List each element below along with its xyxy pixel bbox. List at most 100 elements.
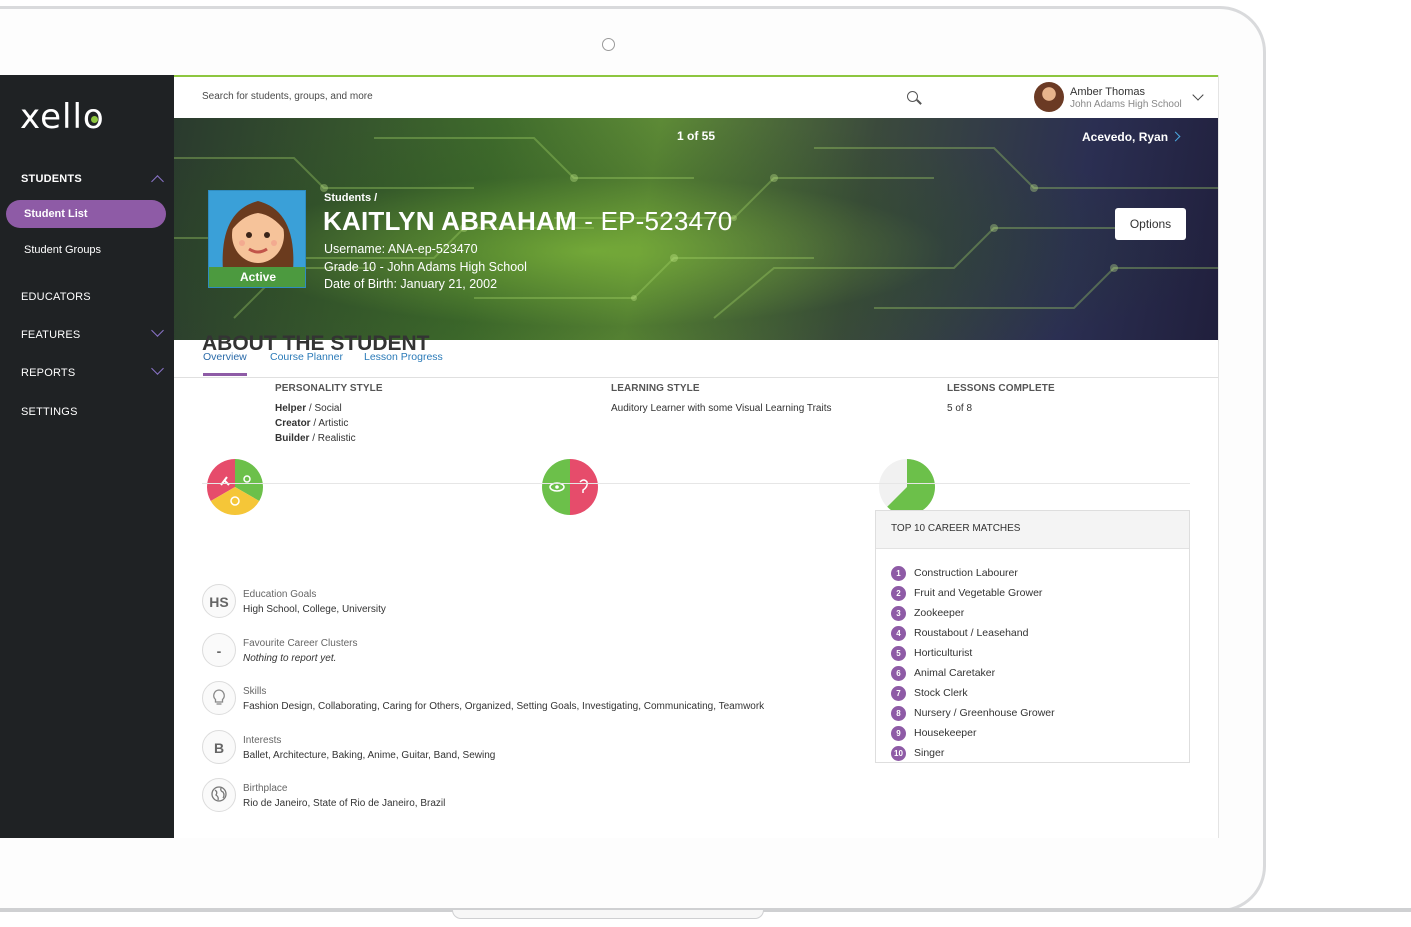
list-item[interactable]: 8 Nursery / Greenhouse Grower <box>891 703 1189 723</box>
sidebar-item-student-list[interactable]: Student List <box>6 200 166 228</box>
career-matches-title: TOP 10 CAREER MATCHES <box>876 511 1189 549</box>
career-name[interactable]: Zookeeper <box>914 607 964 619</box>
rank-badge: 2 <box>891 585 906 601</box>
list-item[interactable]: 2 Fruit and Vegetable Grower <box>891 583 1189 603</box>
detail-value: Ballet, Architecture, Baking, Anime, Gui… <box>243 750 496 761</box>
student-name: KAITLYN ABRAHAM <box>323 206 577 236</box>
personality-type: Helper <box>275 403 307 414</box>
laptop-base <box>0 908 1411 927</box>
career-name[interactable]: Horticulturist <box>914 647 972 659</box>
rank-badge: 7 <box>891 685 906 701</box>
avatar[interactable] <box>1034 82 1064 112</box>
personality-style-label: PERSONALITY STYLE <box>275 383 383 394</box>
student-grade: Grade 10 - John Adams High School <box>324 260 527 274</box>
personality-style: PERSONALITY STYLE Helper / Social Creato… <box>275 383 383 446</box>
rank-badge: 4 <box>891 625 906 641</box>
nav-reports[interactable]: REPORTS <box>21 367 75 379</box>
student-avatar: Active <box>208 190 306 288</box>
section-title: ABOUT THE STUDENT <box>202 332 430 356</box>
detail-label: Interests <box>243 735 282 746</box>
globe-icon <box>202 778 236 812</box>
detail-value: Fashion Design, Collaborating, Caring fo… <box>243 701 765 712</box>
rank-badge: 5 <box>891 645 906 661</box>
active-tab-indicator <box>203 373 247 376</box>
learning-style-label: LEARNING STYLE <box>611 383 700 394</box>
list-item[interactable]: 9 Housekeeper <box>891 723 1189 743</box>
student-pager: 1 of 55 <box>677 129 716 143</box>
career-clusters-icon: - <box>202 633 236 667</box>
rank-badge: 8 <box>891 705 906 721</box>
personality-type: Creator <box>275 418 311 429</box>
nav-educators[interactable]: EDUCATORS <box>21 291 91 303</box>
student-hero-banner: 1 of 55 Acevedo, Ryan Active Students / … <box>174 118 1218 340</box>
career-name[interactable]: Roustabout / Leasehand <box>914 627 1028 639</box>
personality-style-icon <box>207 459 263 515</box>
student-portrait-icon <box>222 201 294 271</box>
learning-style-value: Auditory Learner with some Visual Learni… <box>611 403 832 414</box>
search-input[interactable]: Search for students, groups, and more <box>202 91 373 102</box>
rank-badge: 10 <box>891 745 906 761</box>
lightbulb-icon <box>202 681 236 715</box>
lessons-complete: LESSONS COMPLETE 5 of 8 <box>947 383 1055 416</box>
breadcrumb[interactable]: Students / <box>324 192 377 204</box>
rank-badge: 1 <box>891 565 906 581</box>
rank-badge: 9 <box>891 725 906 741</box>
chevron-up-icon[interactable] <box>151 175 164 188</box>
list-item[interactable]: 6 Animal Caretaker <box>891 663 1189 683</box>
personality-desc: / Artistic <box>310 418 349 429</box>
page-title: KAITLYN ABRAHAM - EP-523470 <box>323 206 732 237</box>
detail-value: High School, College, University <box>243 604 386 615</box>
interests-icon: B <box>202 730 236 764</box>
career-name[interactable]: Housekeeper <box>914 727 976 739</box>
nav-settings[interactable]: SETTINGS <box>21 406 78 418</box>
chevron-down-icon[interactable] <box>1192 89 1204 101</box>
student-username: Username: ANA-ep-523470 <box>324 242 478 256</box>
detail-label: Skills <box>243 686 267 697</box>
career-name[interactable]: Nursery / Greenhouse Grower <box>914 707 1055 719</box>
nav-students[interactable]: STUDENTS <box>21 173 82 185</box>
learning-style-icon <box>542 459 598 515</box>
nav-features[interactable]: FEATURES <box>21 329 80 341</box>
career-name[interactable]: Animal Caretaker <box>914 667 995 679</box>
career-name[interactable]: Construction Labourer <box>914 567 1018 579</box>
user-name[interactable]: Amber Thomas <box>1070 86 1145 98</box>
list-item[interactable]: 1 Construction Labourer <box>891 563 1189 583</box>
lessons-progress-icon <box>879 459 935 515</box>
detail-value: Nothing to report yet. <box>243 653 337 664</box>
chevron-down-icon[interactable] <box>151 362 164 375</box>
next-student-link[interactable]: Acevedo, Ryan <box>1082 130 1168 144</box>
top-bar: Search for students, groups, and more Am… <box>174 77 1218 118</box>
lessons-complete-label: LESSONS COMPLETE <box>947 383 1055 394</box>
rank-badge: 6 <box>891 665 906 681</box>
lessons-complete-value: 5 of 8 <box>947 403 973 414</box>
list-item[interactable]: 3 Zookeeper <box>891 603 1189 623</box>
laptop-notch <box>452 910 764 919</box>
list-item[interactable]: 7 Stock Clerk <box>891 683 1189 703</box>
xello-logo[interactable]: xello <box>20 97 105 137</box>
camera-icon <box>602 38 615 51</box>
sidebar-item-student-groups[interactable]: Student Groups <box>6 236 166 264</box>
career-name[interactable]: Fruit and Vegetable Grower <box>914 587 1042 599</box>
section-title-rest: THE STUDENT <box>276 332 430 355</box>
list-item[interactable]: 4 Roustabout / Leasehand <box>891 623 1189 643</box>
status-badge: Active <box>209 267 305 287</box>
career-name[interactable]: Singer <box>914 747 944 759</box>
detail-label: Birthplace <box>243 783 288 794</box>
section-title-bold: ABOUT <box>202 332 277 355</box>
career-matches-list: 1 Construction Labourer 2 Fruit and Vegeta… <box>876 549 1189 763</box>
detail-value: Rio de Janeiro, State of Rio de Janeiro,… <box>243 798 446 809</box>
rank-badge: 3 <box>891 605 906 621</box>
personality-type: Builder <box>275 433 310 444</box>
personality-style-values: Helper / Social Creator / Artistic Build… <box>275 401 383 446</box>
list-item[interactable]: 5 Horticulturist <box>891 643 1189 663</box>
personality-desc: / Realistic <box>309 433 356 444</box>
list-item[interactable]: 10 Singer <box>891 743 1189 763</box>
options-button[interactable]: Options <box>1115 208 1186 240</box>
learning-style: LEARNING STYLE Auditory Learner with som… <box>611 383 831 416</box>
education-goals-icon: HS <box>202 584 236 618</box>
career-name[interactable]: Stock Clerk <box>914 687 968 699</box>
user-school: John Adams High School <box>1070 99 1182 110</box>
chevron-down-icon[interactable] <box>151 324 164 337</box>
search-icon[interactable] <box>907 91 918 102</box>
student-dob: Date of Birth: January 21, 2002 <box>324 277 498 291</box>
